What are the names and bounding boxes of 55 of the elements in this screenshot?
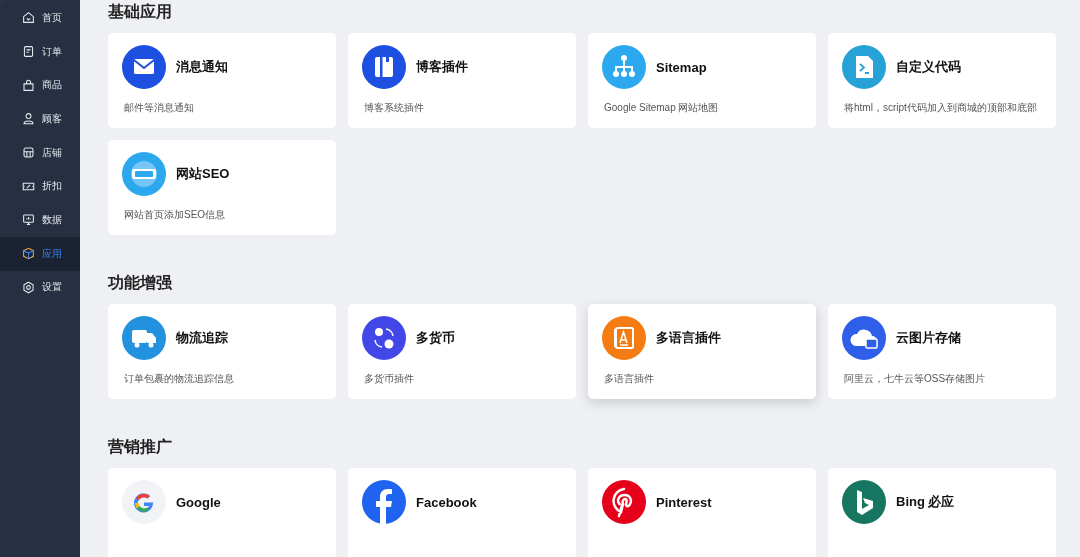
- app-name: Sitemap: [656, 59, 707, 75]
- app-card[interactable]: Pinterest: [588, 468, 816, 557]
- app-card[interactable]: 自定义代码 将html，script代码加入到商城的顶部和底部: [828, 33, 1056, 128]
- store-icon: [22, 146, 35, 160]
- app-name: 多货币: [416, 329, 455, 347]
- box-icon: [22, 247, 35, 261]
- app-name: 自定义代码: [896, 58, 961, 76]
- app-name: Bing 必应: [896, 493, 955, 511]
- app-card[interactable]: Bing 必应: [828, 468, 1056, 557]
- sidebar-item[interactable]: 折扣: [0, 169, 80, 204]
- app-name: 网站SEO: [176, 165, 230, 183]
- section-title: 营销推广: [108, 437, 173, 457]
- app-description: 阿里云，七牛云等OSS存储图片: [844, 372, 987, 386]
- app-card[interactable]: 云图片存储 阿里云，七牛云等OSS存储图片: [828, 304, 1056, 399]
- sidebar-item[interactable]: 数据: [0, 203, 80, 237]
- app-card[interactable]: 多语言插件 多语言插件: [588, 304, 816, 399]
- app-description: 多语言插件: [604, 372, 655, 386]
- app-name: Pinterest: [656, 494, 712, 510]
- sidebar-item[interactable]: 店铺: [0, 135, 80, 170]
- app-card[interactable]: 物流追踪 订单包裹的物流追踪信息: [108, 304, 336, 399]
- app-description: 邮件等消息通知: [124, 101, 195, 115]
- sidebar-item[interactable]: 商品: [0, 68, 80, 103]
- section-title: 功能增强: [108, 273, 173, 293]
- sidebar-item[interactable]: 订单: [0, 34, 80, 69]
- app-name: Facebook: [416, 494, 477, 510]
- app-name: 多语言插件: [656, 329, 721, 347]
- user-icon: [22, 112, 35, 126]
- app-card[interactable]: Google: [108, 468, 336, 557]
- app-name: 云图片存储: [896, 329, 961, 347]
- document-icon: [22, 45, 35, 59]
- app-name: 消息通知: [176, 58, 228, 76]
- section-title: 基础应用: [108, 2, 173, 22]
- app-name: 物流追踪: [176, 329, 228, 347]
- app-card[interactable]: 博客插件 博客系统插件: [348, 33, 576, 128]
- app-card[interactable]: 多货币 多货币插件: [348, 304, 576, 399]
- app-description: 订单包裹的物流追踪信息: [124, 372, 235, 386]
- app-card[interactable]: 网站SEO 网站首页添加SEO信息: [108, 140, 336, 235]
- app-description: 网站首页添加SEO信息: [124, 208, 227, 222]
- bag-icon: [22, 78, 35, 92]
- app-description: Google Sitemap 网站地图: [604, 101, 720, 115]
- sidebar-item[interactable]: 设置: [0, 270, 80, 305]
- home-icon: [22, 11, 35, 25]
- app-description: 多货币插件: [364, 372, 415, 386]
- app-card[interactable]: Facebook: [348, 468, 576, 557]
- settings-icon: [22, 280, 35, 294]
- app-card[interactable]: Sitemap Google Sitemap 网站地图: [588, 33, 816, 128]
- app-card[interactable]: 消息通知 邮件等消息通知: [108, 33, 336, 128]
- sidebar-item[interactable]: 顾客: [0, 102, 80, 136]
- sidebar-item[interactable]: 首页: [0, 1, 80, 35]
- monitor-icon: [22, 213, 35, 227]
- app-description: 博客系统插件: [364, 101, 425, 115]
- app-description: 将html，script代码加入到商城的顶部和底部: [844, 101, 1038, 115]
- app-name: Google: [176, 494, 221, 510]
- sidebar-item[interactable]: 应用: [0, 236, 80, 271]
- app-name: 博客插件: [416, 58, 468, 76]
